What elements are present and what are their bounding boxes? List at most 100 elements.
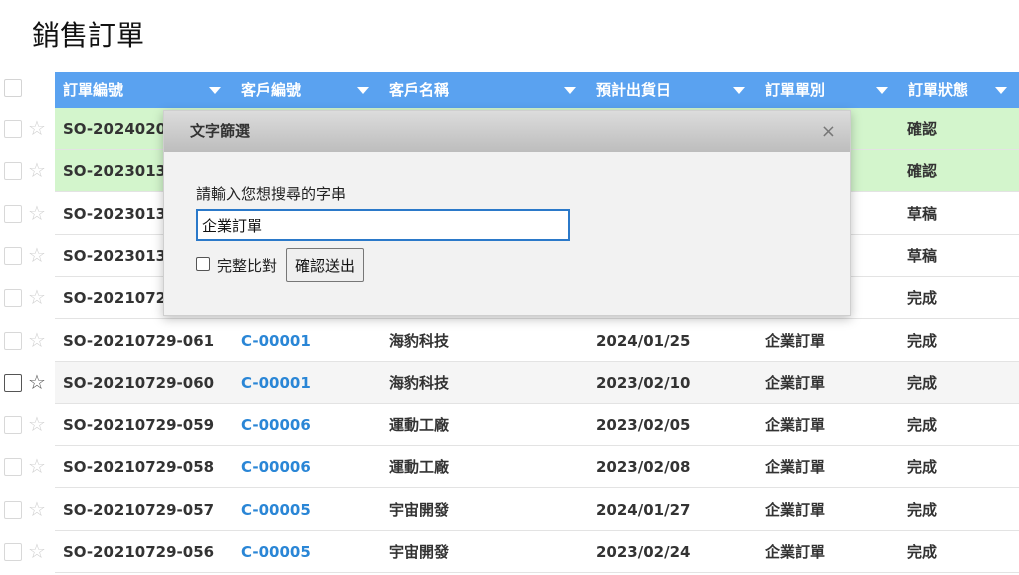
- cell-order-no: SO-20230131: [63, 162, 177, 181]
- search-input[interactable]: [196, 209, 570, 241]
- cell-ship-date: 2023/02/05: [596, 416, 691, 435]
- caret-down-icon[interactable]: [357, 87, 369, 94]
- caret-down-icon[interactable]: [876, 87, 888, 94]
- search-prompt-label: 請輸入您想搜尋的字串: [196, 185, 347, 203]
- header-col-status[interactable]: 訂單狀態: [900, 72, 1019, 108]
- cell-status: 草稿: [907, 204, 938, 223]
- cell-order-no: SO-20210729-060: [63, 373, 215, 392]
- header-label: 訂單單別: [765, 81, 826, 99]
- row-checkbox[interactable]: [4, 162, 22, 181]
- cell-status: 確認: [907, 162, 938, 181]
- caret-down-icon[interactable]: [564, 87, 576, 94]
- cell-ship-date: 2024/01/27: [596, 500, 691, 519]
- cell-customer-name: 海豹科技: [389, 331, 450, 350]
- cell-ship-date: 2024/01/25: [596, 331, 691, 350]
- cell-status: 完成: [907, 289, 938, 308]
- star-icon[interactable]: ☆: [28, 539, 46, 563]
- exact-match-checkbox[interactable]: [196, 257, 210, 271]
- header-label: 訂單編號: [63, 81, 124, 99]
- row-checkbox[interactable]: [4, 246, 22, 265]
- star-icon[interactable]: ☆: [28, 497, 46, 521]
- table-row[interactable]: ☆ SO-20210729-056 C-00005 宇宙開發 2023/02/24 企業訂…: [0, 531, 1019, 573]
- cell-status: 完成: [907, 458, 938, 477]
- cell-order-type: 企業訂單: [765, 458, 826, 477]
- cell-customer-no[interactable]: C-00006: [241, 404, 311, 446]
- table-row[interactable]: ☆ SO-20210729-057 C-00005 宇宙開發 2024/01/27 企業訂…: [0, 489, 1019, 531]
- table-row[interactable]: ☆ SO-20210729-061 C-00001 海豹科技 2024/01/25 企業訂…: [0, 320, 1019, 362]
- star-icon[interactable]: ☆: [28, 370, 46, 394]
- cell-order-no: SO-20240205: [63, 120, 177, 138]
- header-label: 訂單狀態: [908, 81, 969, 99]
- cell-customer-no[interactable]: C-00001: [241, 362, 311, 404]
- star-icon[interactable]: ☆: [28, 116, 46, 140]
- cell-customer-no[interactable]: C-00001: [241, 320, 311, 362]
- cell-status: 完成: [907, 373, 938, 392]
- star-icon[interactable]: ☆: [28, 243, 46, 267]
- row-checkbox[interactable]: [4, 373, 22, 392]
- header-col-ship-date[interactable]: 預計出貨日: [588, 72, 757, 108]
- cell-order-type: 企業訂單: [765, 543, 826, 561]
- row-checkbox[interactable]: [4, 500, 22, 519]
- cell-status: 完成: [907, 416, 938, 435]
- caret-down-icon[interactable]: [995, 87, 1007, 94]
- select-all-checkbox[interactable]: [4, 79, 22, 97]
- cell-order-no: SO-20210729-057: [63, 500, 215, 519]
- cell-ship-date: 2023/02/08: [596, 458, 691, 477]
- cell-order-no: SO-20230131: [63, 246, 177, 265]
- cell-ship-date: 2023/02/10: [596, 373, 691, 392]
- header-col-order-type[interactable]: 訂單單別: [757, 72, 900, 108]
- row-checkbox[interactable]: [4, 458, 22, 477]
- star-icon[interactable]: ☆: [28, 158, 46, 182]
- cell-status: 完成: [907, 543, 938, 561]
- close-icon[interactable]: ×: [821, 122, 836, 142]
- cell-status: 完成: [907, 500, 938, 519]
- cell-customer-no[interactable]: C-00005: [241, 489, 311, 531]
- cell-customer-name: 宇宙開發: [389, 500, 450, 519]
- row-checkbox[interactable]: [4, 204, 22, 223]
- table-row[interactable]: ☆ SO-20210729-058 C-00006 運動工廠 2023/02/08 企業訂…: [0, 446, 1019, 489]
- cell-status: 確認: [907, 120, 938, 138]
- cell-ship-date: 2023/02/24: [596, 543, 691, 561]
- cell-order-no: SO-20210729-061: [63, 331, 215, 350]
- star-icon[interactable]: ☆: [28, 454, 46, 478]
- header-label: 客戶編號: [241, 81, 302, 99]
- dialog-title-bar[interactable]: 文字篩選 ×: [164, 111, 850, 152]
- row-checkbox[interactable]: [4, 120, 22, 138]
- header-label: 預計出貨日: [596, 81, 672, 99]
- star-icon[interactable]: ☆: [28, 328, 46, 352]
- row-checkbox[interactable]: [4, 416, 22, 435]
- cell-customer-no[interactable]: C-00006: [241, 446, 311, 488]
- text-filter-dialog: 文字篩選 × 請輸入您想搜尋的字串 完整比對 確認送出: [163, 110, 851, 316]
- cell-order-no: SO-20210729-058: [63, 458, 215, 477]
- cell-order-type: 企業訂單: [765, 500, 826, 519]
- header-col-order-no[interactable]: 訂單編號: [55, 72, 233, 108]
- page-title: 銷售訂單: [32, 19, 145, 52]
- cell-status: 草稿: [907, 246, 938, 265]
- header-label: 客戶名稱: [389, 81, 450, 99]
- table-row[interactable]: ☆ SO-20210729-059 C-00006 運動工廠 2023/02/05 企業訂…: [0, 404, 1019, 447]
- cell-order-type: 企業訂單: [765, 331, 826, 350]
- cell-status: 完成: [907, 331, 938, 350]
- cell-customer-name: 運動工廠: [389, 458, 450, 477]
- header-col-customer-no[interactable]: 客戶編號: [233, 72, 381, 108]
- table-header: 訂單編號 客戶編號 客戶名稱 預計出貨日 訂單單別 訂單狀態: [55, 72, 1019, 108]
- cell-customer-no[interactable]: C-00005: [241, 531, 311, 573]
- table-row[interactable]: ☆ SO-20210729-060 C-00001 海豹科技 2023/02/10 企業訂…: [0, 361, 1019, 404]
- header-col-customer-name[interactable]: 客戶名稱: [381, 72, 588, 108]
- row-checkbox[interactable]: [4, 543, 22, 561]
- row-checkbox[interactable]: [4, 289, 22, 308]
- star-icon[interactable]: ☆: [28, 412, 46, 436]
- cell-order-no: SO-20210729: [63, 289, 177, 308]
- dialog-title: 文字篩選: [190, 122, 251, 140]
- cell-customer-name: 運動工廠: [389, 416, 450, 435]
- star-icon[interactable]: ☆: [28, 201, 46, 225]
- cell-customer-name: 宇宙開發: [389, 543, 450, 561]
- cell-customer-name: 海豹科技: [389, 373, 450, 392]
- caret-down-icon[interactable]: [733, 87, 745, 94]
- caret-down-icon[interactable]: [209, 87, 221, 94]
- star-icon[interactable]: ☆: [28, 285, 46, 309]
- row-checkbox[interactable]: [4, 331, 22, 350]
- cell-order-no: SO-20230131: [63, 204, 177, 223]
- cell-order-no: SO-20210729-056: [63, 543, 215, 561]
- submit-button[interactable]: 確認送出: [286, 248, 364, 282]
